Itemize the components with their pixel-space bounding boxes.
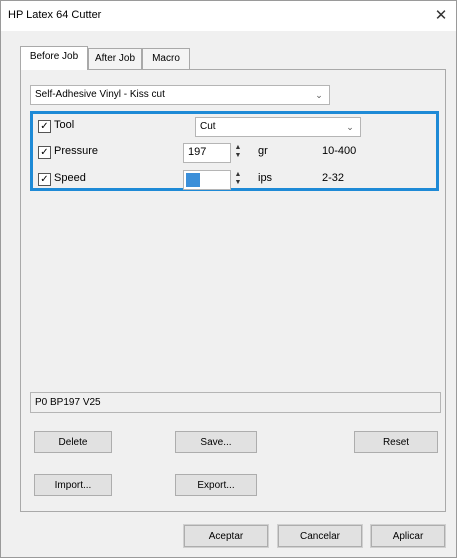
speed-label: Speed xyxy=(54,172,86,184)
preset-value: Self-Adhesive Vinyl - Kiss cut xyxy=(35,89,165,100)
pressure-spinner-icon[interactable]: ▲ ▼ xyxy=(232,144,244,162)
delete-button[interactable]: Delete xyxy=(34,431,112,453)
pressure-checkbox[interactable]: ✓ xyxy=(38,146,51,159)
pressure-input[interactable]: 197 xyxy=(183,143,231,163)
pressure-value: 197 xyxy=(188,146,207,158)
accept-button[interactable]: Aceptar xyxy=(184,525,268,547)
speed-selection xyxy=(186,173,200,187)
tool-checkbox[interactable]: ✓ xyxy=(38,120,51,133)
tool-value: Cut xyxy=(200,121,216,132)
window-title: HP Latex 64 Cutter xyxy=(8,9,102,21)
dialog-window: HP Latex 64 Cutter ✕ Before Job After Jo… xyxy=(0,0,457,558)
close-icon[interactable]: ✕ xyxy=(432,7,450,25)
tab-after-job[interactable]: After Job xyxy=(88,48,142,69)
command-preview: P0 BP197 V25 xyxy=(30,392,441,413)
command-preview-text: P0 BP197 V25 xyxy=(35,397,101,408)
tab-macro[interactable]: Macro xyxy=(142,48,190,69)
speed-checkbox[interactable]: ✓ xyxy=(38,173,51,186)
preset-dropdown[interactable]: Self-Adhesive Vinyl - Kiss cut ⌄ xyxy=(30,85,330,105)
tool-label: Tool xyxy=(54,119,75,131)
speed-unit: ips xyxy=(258,172,273,184)
tab-before-job[interactable]: Before Job xyxy=(20,46,88,70)
pressure-range: 10-400 xyxy=(322,145,357,157)
chevron-down-icon: ⌄ xyxy=(346,122,354,132)
pressure-label: Pressure xyxy=(54,145,99,157)
speed-range: 2-32 xyxy=(322,172,345,184)
speed-spinner-icon[interactable]: ▲ ▼ xyxy=(232,171,244,189)
chevron-down-icon: ⌄ xyxy=(315,90,323,100)
cancel-button[interactable]: Cancelar xyxy=(278,525,362,547)
tool-dropdown[interactable]: Cut ⌄ xyxy=(195,117,361,137)
pressure-unit: gr xyxy=(258,145,268,157)
export-button[interactable]: Export... xyxy=(175,474,257,496)
reset-button[interactable]: Reset xyxy=(354,431,438,453)
save-button[interactable]: Save... xyxy=(175,431,257,453)
speed-input[interactable] xyxy=(183,170,231,190)
apply-button[interactable]: Aplicar xyxy=(371,525,445,547)
import-button[interactable]: Import... xyxy=(34,474,112,496)
title-bar: HP Latex 64 Cutter ✕ xyxy=(1,1,456,31)
